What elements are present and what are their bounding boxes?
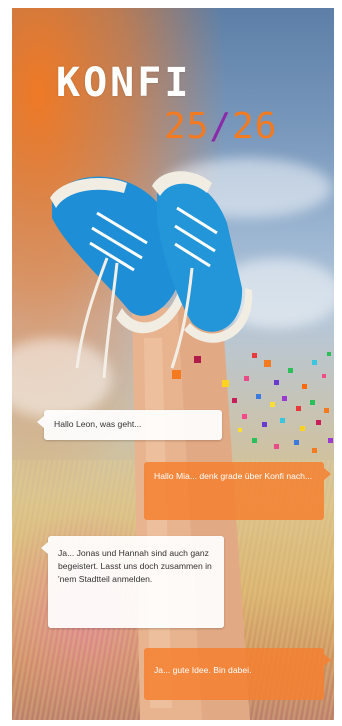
confetti [270,402,275,407]
confetti [294,440,299,445]
confetti [288,368,293,373]
chat-bubble-right: Ja... gute Idee. Bin dabei. [144,648,331,700]
chat-bubble-left: Hallo Leon, was geht... [37,410,222,440]
confetti [310,400,315,405]
chat-bubble-left: Ja... Jonas und Hannah sind auch ganz be… [41,536,224,628]
confetti [274,444,279,449]
confetti [316,420,321,425]
confetti [324,408,329,413]
konfi-poster: KONFI 25/26 Hallo Leon, was geht... Hall… [12,8,334,720]
year-end: 26 [232,106,278,147]
confetti [252,353,257,358]
chat-message-3: Ja... Jonas und Hannah sind auch ganz be… [58,548,212,584]
title-year: 25/26 [164,106,277,147]
confetti [222,380,229,387]
confetti [238,428,242,432]
confetti [282,396,287,401]
confetti [244,376,249,381]
chat-message-2: Hallo Mia... denk grade über Konfi nach.… [154,471,313,481]
confetti [312,448,317,453]
chat-message-1: Hallo Leon, was geht... [54,419,142,429]
confetti [262,422,267,427]
confetti [252,438,257,443]
confetti [296,406,301,411]
confetti [256,394,261,399]
year-start: 25 [164,106,210,147]
confetti [242,414,247,419]
year-slash: / [209,106,233,147]
confetti [322,374,326,378]
confetti [232,398,237,403]
confetti [172,370,181,379]
confetti [274,380,279,385]
chat-bubble-right: Hallo Mia... denk grade über Konfi nach.… [144,462,331,520]
confetti [312,360,317,365]
title-konfi: KONFI [56,60,192,106]
confetti [300,426,305,431]
confetti [302,384,307,389]
confetti [264,360,271,367]
confetti [280,418,285,423]
confetti [194,356,201,363]
chat-message-4: Ja... gute Idee. Bin dabei. [154,665,252,675]
confetti [327,352,331,356]
confetti [328,438,333,443]
